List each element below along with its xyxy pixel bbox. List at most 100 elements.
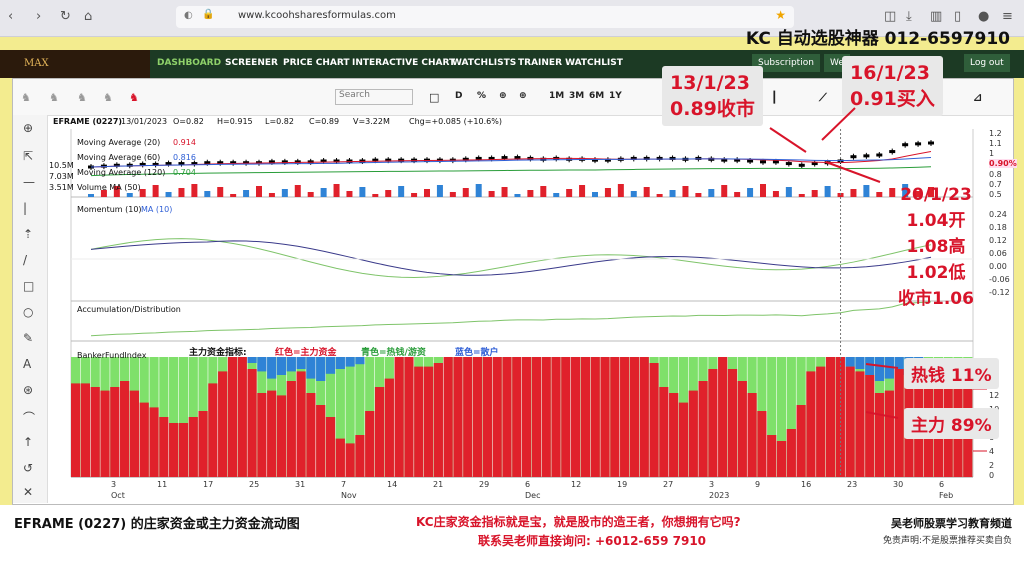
- menu-icon[interactable]: ≡: [1002, 9, 1013, 24]
- banker-red-bar: [894, 369, 904, 477]
- price-tick: 0.7: [989, 180, 1002, 189]
- banker-red-bar: [208, 383, 218, 477]
- banker-blue-bar: [345, 357, 355, 367]
- banker-red-bar: [590, 357, 600, 477]
- forward-icon[interactable]: ›: [36, 9, 41, 24]
- candle-body: [798, 163, 805, 167]
- momentum-tick: -0.12: [989, 288, 1010, 297]
- price-tick: 1: [989, 149, 995, 158]
- candle-body: [760, 160, 766, 164]
- main-force-badge: 主力 89%: [904, 408, 999, 439]
- banker-red-bar: [482, 357, 492, 477]
- nav-watchlists[interactable]: WATCHLISTS: [452, 58, 516, 68]
- volume-bar: [178, 188, 185, 197]
- volume-bar: [346, 191, 353, 197]
- volume-bar: [449, 192, 456, 197]
- banker-blue-bar: [306, 357, 316, 379]
- callout-13jan: 13/1/23 0.89收市: [662, 66, 763, 126]
- volume-bar: [811, 190, 818, 197]
- chart-change: Chg=+0.085 (+10.6%): [409, 117, 502, 126]
- banker-red-bar: [688, 390, 698, 477]
- nav-trainer-watchlist[interactable]: TRAINER WATCHLIST: [518, 58, 623, 68]
- accdist-line: [90, 301, 932, 337]
- volume-bar: [617, 184, 624, 197]
- volume-bar: [488, 191, 495, 197]
- chart-date: 13/01/2023: [121, 117, 168, 126]
- chart-close: C=0.89: [309, 117, 340, 126]
- account-icon[interactable]: ●: [978, 9, 989, 24]
- banker-red-bar: [874, 393, 885, 477]
- volume-bar: [152, 185, 159, 197]
- banker-red-bar: [600, 357, 610, 477]
- x-tick: 11: [157, 480, 168, 489]
- banker-red-bar: [257, 393, 267, 477]
- ma20-value: 0.914: [173, 138, 196, 147]
- address-bar[interactable]: ◐ 🔒 www.kcoohsharesformulas.com ★: [176, 6, 794, 28]
- banker-blue-bar: [325, 357, 336, 374]
- momentum-tick: 0.00: [989, 262, 1007, 271]
- banker-red-bar: [825, 357, 836, 477]
- banker-red-bar: [737, 381, 747, 477]
- chart-open: O=0.82: [173, 117, 204, 126]
- callout-20jan-open: 1.04开: [906, 211, 966, 231]
- candle-body: [165, 162, 172, 166]
- banker-red-bar: [159, 417, 169, 477]
- nav-price-chart[interactable]: PRICE CHART: [283, 58, 350, 68]
- nav-screener[interactable]: SCREENER: [225, 58, 278, 68]
- back-icon[interactable]: ‹: [8, 9, 13, 24]
- banker-red-bar: [855, 371, 865, 477]
- banker-red-bar: [472, 357, 483, 477]
- x-month-tick: Feb: [939, 491, 954, 500]
- sidebar-icon[interactable]: ▯: [954, 9, 961, 24]
- volume-bar: [669, 190, 676, 197]
- banker-blue-bar: [855, 357, 865, 369]
- volume-bar: [268, 193, 275, 197]
- phone-banner: KC 自动选股神器 012-6597910: [745, 29, 1010, 49]
- site-logo[interactable]: MAX: [0, 50, 150, 78]
- reload-icon[interactable]: ↻: [60, 9, 71, 24]
- banker-legend-prefix: 主力资金指标:: [189, 348, 247, 358]
- volume-bar: [204, 191, 211, 197]
- banker-red-bar: [325, 417, 336, 477]
- banker-red-bar: [786, 429, 796, 477]
- volume-bar: [475, 184, 482, 197]
- banker-red-bar: [767, 435, 777, 477]
- volume-bar: [798, 194, 805, 197]
- x-tick: 6: [525, 480, 531, 489]
- volume-bar: [760, 184, 766, 197]
- banker-red-bar: [610, 357, 620, 477]
- banker-red-bar: [100, 390, 110, 477]
- x-tick: 3: [709, 480, 715, 489]
- bookmark-star-icon[interactable]: ★: [775, 8, 786, 22]
- banker-blue-bar: [874, 357, 885, 381]
- download-icon[interactable]: ⤓: [906, 9, 912, 24]
- banker-red-bar: [659, 387, 669, 477]
- banker-red-bar: [747, 393, 757, 477]
- banker-red-bar: [512, 357, 522, 477]
- nav-interactive-chart[interactable]: INTERACTIVE CHART: [352, 58, 455, 68]
- volume-bar: [424, 189, 430, 197]
- banker-red-bar: [816, 366, 826, 477]
- caption-channel: 吴老师股票学习教育频道: [891, 517, 1012, 530]
- library-icon[interactable]: ▥: [930, 9, 942, 24]
- banker-red-bar: [276, 395, 287, 477]
- shield-icon: ◐: [184, 10, 193, 21]
- url-text: www.kcoohsharesformulas.com: [238, 10, 396, 21]
- volume-bar: [359, 187, 366, 197]
- volume-bar: [372, 194, 379, 197]
- price-chart-canvas[interactable]: [13, 79, 1013, 504]
- banker-blue-bar: [335, 357, 345, 369]
- banker-red-bar: [776, 441, 787, 477]
- banker-legend-red: 红色=主力资金: [275, 348, 337, 358]
- momentum-ma-label: MA (10): [141, 205, 173, 214]
- volume-bar: [540, 186, 547, 197]
- home-icon[interactable]: ⌂: [84, 9, 92, 24]
- x-tick: 29: [479, 480, 490, 489]
- volume-bar: [604, 188, 611, 197]
- pocket-icon[interactable]: ◫: [884, 9, 896, 24]
- logout-link[interactable]: Log out: [964, 54, 1010, 72]
- nav-dashboard[interactable]: DASHBOARD: [157, 58, 221, 68]
- caption-contact: 联系吴老师直接询问: +6012-659 7910: [478, 534, 707, 548]
- candle-body: [863, 154, 870, 158]
- banker-blue-bar: [286, 357, 296, 372]
